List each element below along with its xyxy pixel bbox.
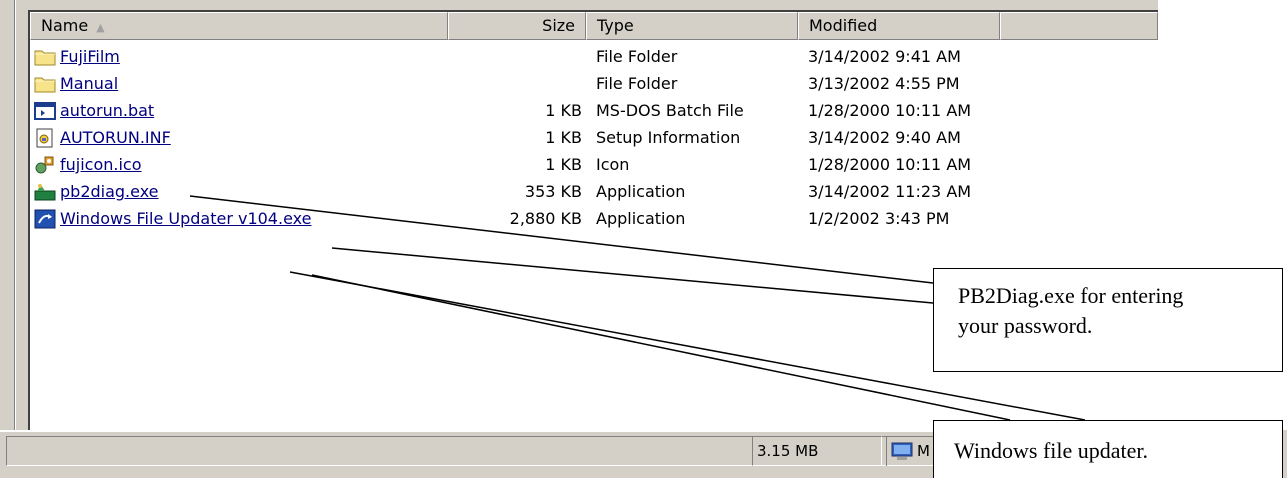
callout-pb2diag: PB2Diag.exe for entering your password. bbox=[933, 268, 1283, 372]
callout-pb2diag-line1: PB2Diag.exe for entering bbox=[958, 283, 1184, 308]
updater-connector-line-2 bbox=[311, 274, 1011, 421]
callout-updater: Windows file updater. bbox=[933, 420, 1283, 478]
pb2diag-connector-line bbox=[189, 195, 934, 284]
callout-pb2diag-line2: your password. bbox=[958, 313, 1093, 338]
pb2diag-connector-line-2 bbox=[331, 247, 934, 304]
callout-connectors bbox=[189, 195, 1086, 421]
